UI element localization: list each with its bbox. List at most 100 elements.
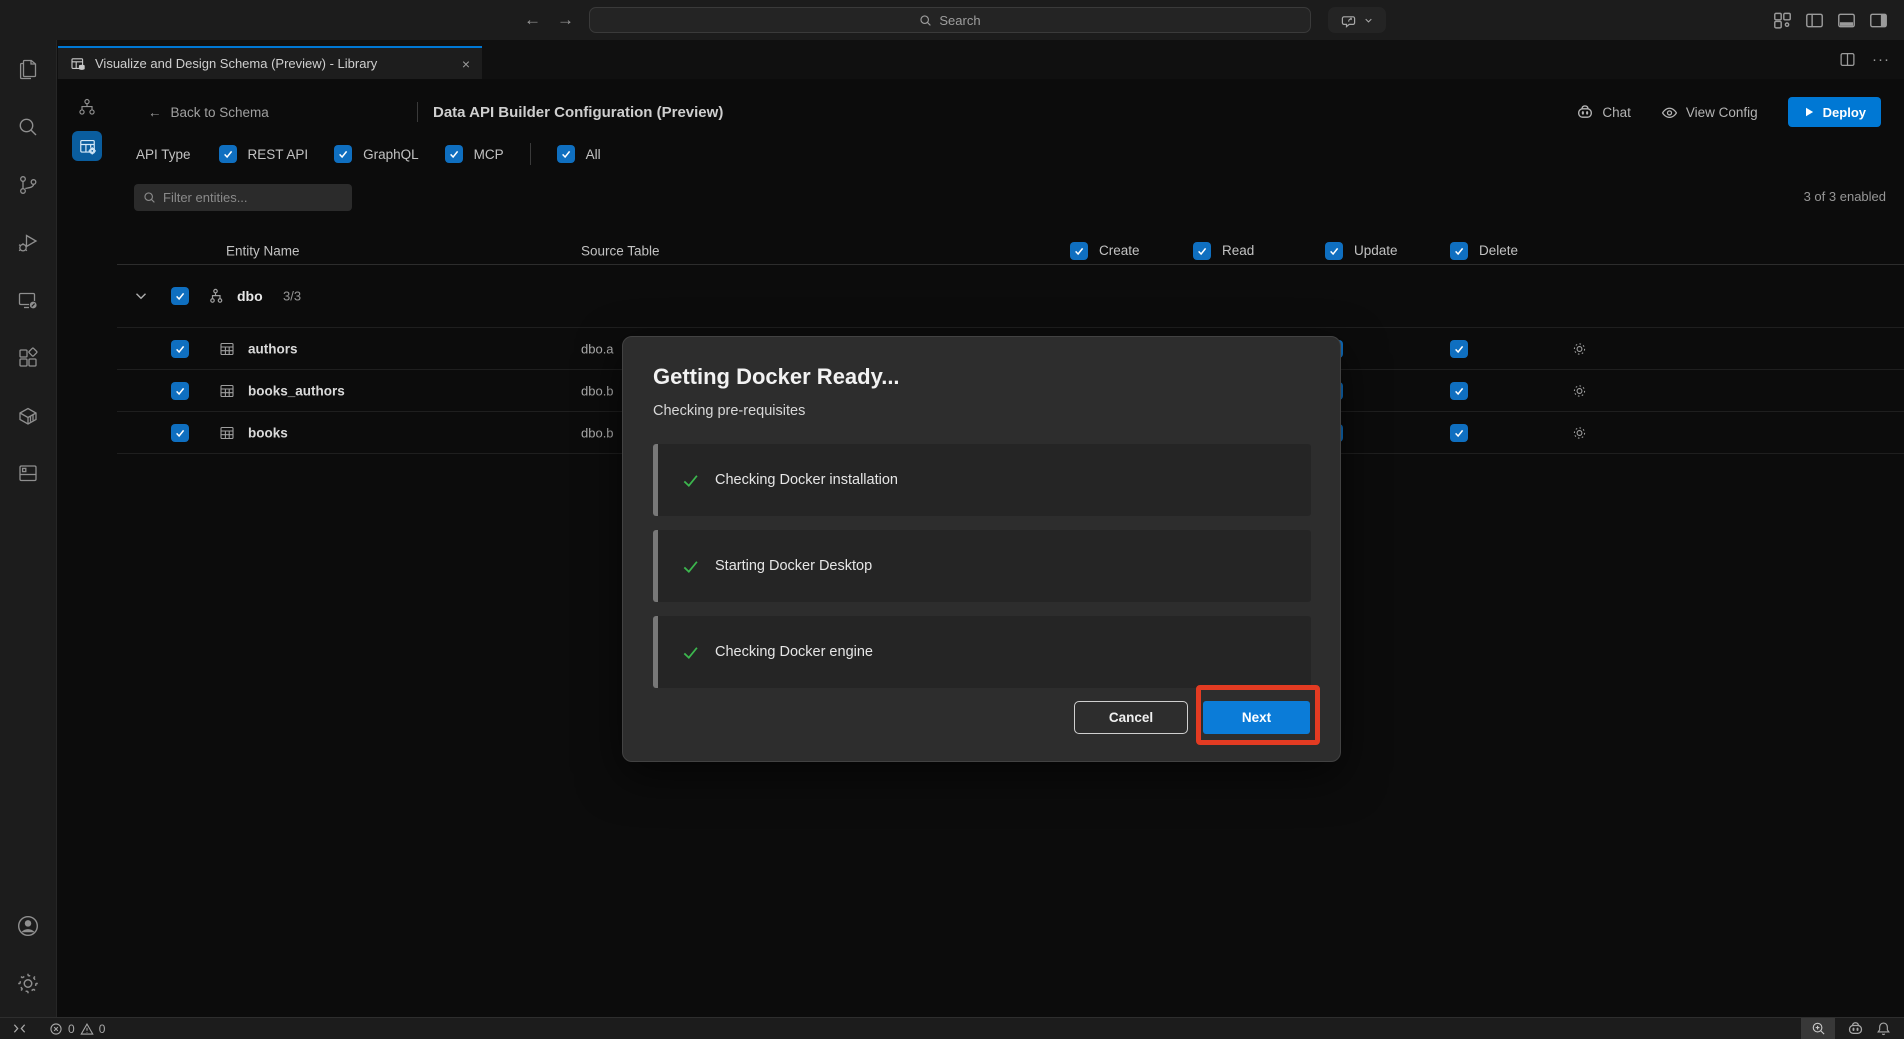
- zoom-in-icon: [1811, 1021, 1826, 1036]
- filter-entities-input[interactable]: [163, 190, 323, 205]
- source-control-icon[interactable]: [16, 173, 40, 197]
- tab-visualize-design-schema[interactable]: Visualize and Design Schema (Preview) - …: [58, 46, 482, 79]
- dialog-subtitle: Checking pre-requisites: [653, 403, 805, 419]
- table-icon: [219, 383, 235, 399]
- filter-entities-input-box[interactable]: [134, 184, 352, 211]
- entity-table-header: Entity Name Source Table Create Read Upd…: [117, 237, 1904, 265]
- editor-tab-bar: Visualize and Design Schema (Preview) - …: [57, 40, 1904, 79]
- toggle-primary-sidebar-icon[interactable]: [1805, 11, 1824, 30]
- page-title: Data API Builder Configuration (Preview): [433, 95, 723, 129]
- schema-view-icon[interactable]: [77, 97, 97, 117]
- step-docker-desktop: Starting Docker Desktop: [653, 530, 1311, 602]
- search-sidebar-icon[interactable]: [16, 115, 40, 139]
- row-checkbox[interactable]: [171, 340, 189, 358]
- command-center-search[interactable]: Search: [589, 7, 1311, 33]
- history-forward-icon[interactable]: →: [557, 10, 574, 30]
- mcp-checkbox[interactable]: MCP: [445, 145, 504, 163]
- customize-layout-icon[interactable]: [1773, 11, 1792, 30]
- search-label: Search: [939, 13, 980, 28]
- problems-indicator[interactable]: 0 0: [49, 1022, 105, 1036]
- api-type-label: API Type: [136, 147, 191, 162]
- notifications-bell-icon[interactable]: [1876, 1021, 1891, 1036]
- designer-view-switcher: [57, 79, 117, 1017]
- view-config-button[interactable]: View Config: [1661, 104, 1758, 121]
- back-to-schema-link[interactable]: ← Back to Schema: [148, 95, 269, 129]
- panel-header: ← Back to Schema Data API Builder Config…: [117, 95, 1904, 129]
- step-docker-installation: Checking Docker installation: [653, 444, 1311, 516]
- group-checkbox[interactable]: [171, 287, 189, 305]
- all-checkbox[interactable]: All: [557, 145, 601, 163]
- more-actions-icon[interactable]: ···: [1872, 51, 1890, 68]
- activity-bar: [0, 40, 57, 1017]
- copilot-chat-icon: [1341, 12, 1357, 28]
- toggle-secondary-sidebar-icon[interactable]: [1869, 11, 1888, 30]
- column-update-checkbox[interactable]: Update: [1325, 242, 1398, 260]
- graphql-checkbox[interactable]: GraphQL: [334, 145, 419, 163]
- column-read-checkbox[interactable]: Read: [1193, 242, 1254, 260]
- eye-icon: [1661, 104, 1678, 121]
- enabled-summary: 3 of 3 enabled: [1804, 189, 1886, 204]
- cancel-button[interactable]: Cancel: [1074, 701, 1188, 734]
- column-entity-name: Entity Name: [226, 243, 300, 258]
- warning-icon: [80, 1022, 94, 1036]
- run-debug-icon[interactable]: [16, 231, 40, 255]
- copilot-status-icon[interactable]: [1847, 1020, 1864, 1037]
- delete-checkbox[interactable]: [1450, 424, 1468, 442]
- storage-explorer-icon[interactable]: [16, 461, 40, 485]
- vscode-window: ← → Search: [0, 0, 1904, 1039]
- remote-indicator-icon[interactable]: [12, 1021, 27, 1036]
- check-icon: [681, 643, 700, 662]
- table-icon: [219, 341, 235, 357]
- container-tools-icon[interactable]: [16, 404, 40, 428]
- extensions-icon[interactable]: [16, 346, 40, 370]
- group-count: 3/3: [283, 289, 301, 304]
- table-gear-icon: [78, 137, 97, 156]
- remote-explorer-icon[interactable]: [16, 289, 40, 313]
- tab-title: Visualize and Design Schema (Preview) - …: [95, 56, 453, 71]
- chevron-down-icon[interactable]: [133, 288, 149, 304]
- history-back-icon[interactable]: ←: [524, 10, 541, 30]
- copilot-menu[interactable]: [1328, 7, 1386, 33]
- toggle-panel-icon[interactable]: [1837, 11, 1856, 30]
- rest-api-checkbox[interactable]: REST API: [219, 145, 309, 163]
- schema-icon: [208, 287, 226, 305]
- settings-gear-icon[interactable]: [16, 971, 41, 996]
- tab-close-icon[interactable]: ×: [462, 56, 470, 72]
- row-settings-gear-icon[interactable]: [1571, 424, 1588, 441]
- explorer-icon[interactable]: [16, 57, 40, 81]
- dialog-title: Getting Docker Ready...: [653, 364, 900, 390]
- play-icon: [1803, 106, 1815, 118]
- row-checkbox[interactable]: [171, 424, 189, 442]
- chevron-down-icon: [1364, 16, 1373, 25]
- error-count: 0: [68, 1022, 75, 1036]
- copilot-icon: [1576, 103, 1594, 121]
- column-source-table: Source Table: [581, 243, 660, 258]
- title-bar: ← → Search: [0, 0, 1904, 40]
- split-editor-icon[interactable]: [1839, 51, 1856, 68]
- dab-config-view-tile[interactable]: [72, 131, 102, 161]
- row-settings-gear-icon[interactable]: [1571, 382, 1588, 399]
- row-checkbox[interactable]: [171, 382, 189, 400]
- check-icon: [681, 471, 700, 490]
- error-icon: [49, 1022, 63, 1036]
- search-icon: [919, 14, 932, 27]
- getting-docker-ready-dialog: Getting Docker Ready... Checking pre-req…: [622, 336, 1341, 762]
- delete-checkbox[interactable]: [1450, 340, 1468, 358]
- warning-count: 0: [99, 1022, 106, 1036]
- deploy-button[interactable]: Deploy: [1788, 97, 1881, 127]
- arrow-left-icon: ←: [148, 105, 162, 120]
- table-icon: [219, 425, 235, 441]
- search-icon: [143, 191, 156, 204]
- api-type-filters: API Type REST API GraphQL MCP All: [136, 139, 601, 169]
- zoom-indicator[interactable]: [1801, 1018, 1835, 1039]
- step-docker-engine: Checking Docker engine: [653, 616, 1311, 688]
- chat-button[interactable]: Chat: [1576, 103, 1631, 121]
- delete-checkbox[interactable]: [1450, 382, 1468, 400]
- column-create-checkbox[interactable]: Create: [1070, 242, 1140, 260]
- status-bar: 0 0: [0, 1017, 1904, 1039]
- next-button[interactable]: Next: [1203, 701, 1310, 734]
- row-settings-gear-icon[interactable]: [1571, 340, 1588, 357]
- column-delete-checkbox[interactable]: Delete: [1450, 242, 1518, 260]
- schema-designer-icon: [70, 56, 86, 72]
- accounts-icon[interactable]: [15, 913, 41, 939]
